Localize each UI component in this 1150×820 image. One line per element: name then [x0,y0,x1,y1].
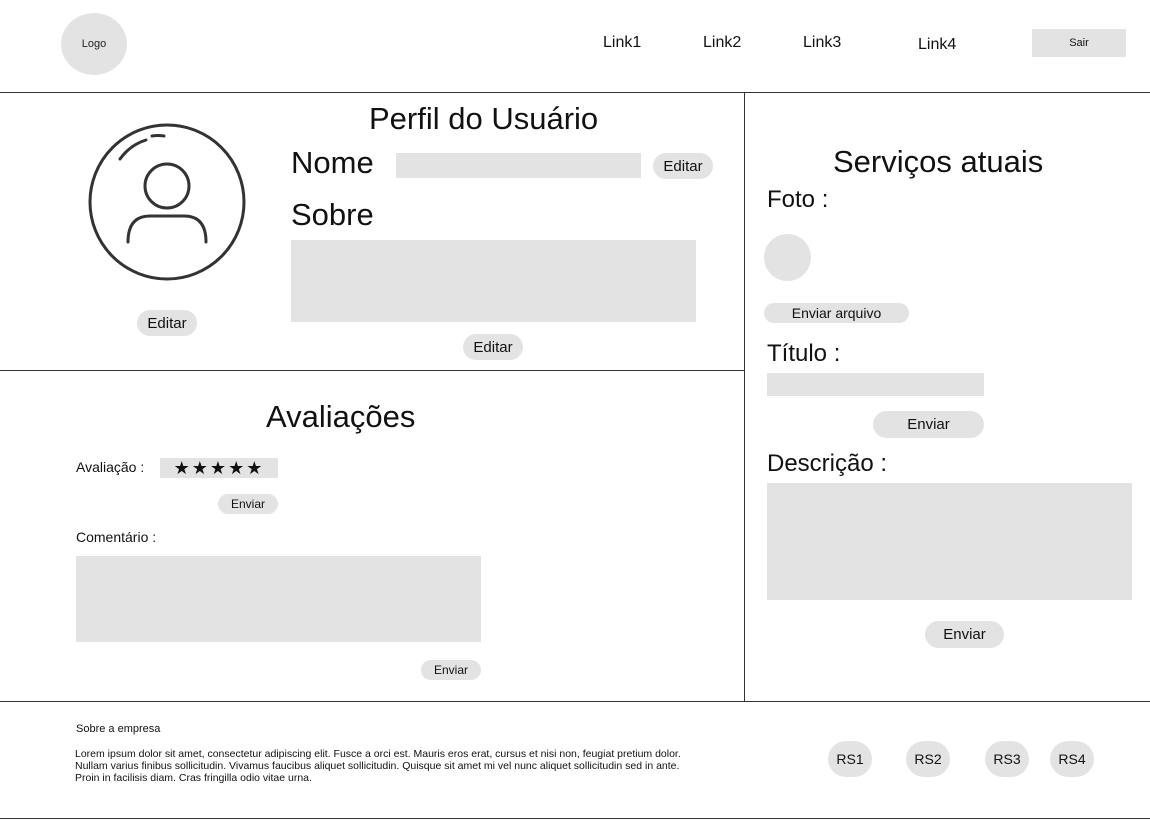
about-edit-button[interactable]: Editar [463,334,523,360]
profile-title: Perfil do Usuário [369,101,599,136]
nav-link-4[interactable]: Link4 [918,36,956,54]
rating-label: Avaliação : [76,459,145,475]
comment-submit-button[interactable]: Enviar [421,660,481,680]
column-divider [744,92,745,701]
rating-submit-button[interactable]: Enviar [218,494,278,514]
header-divider [0,92,1150,93]
reviews-title: Avaliações [266,399,416,434]
description-submit-button[interactable]: Enviar [925,621,1004,648]
footer-about-title: Sobre a empresa [76,723,161,735]
avatar-edit-button[interactable]: Editar [137,310,197,336]
nav-link-3[interactable]: Link3 [803,34,841,52]
rating-stars[interactable]: ★★★★★ [160,458,278,478]
logout-button[interactable]: Sair [1032,29,1126,57]
name-label: Nome [291,145,374,180]
name-edit-button[interactable]: Editar [653,153,713,179]
photo-label: Foto : [767,186,829,213]
social-link-4[interactable]: RS4 [1050,741,1094,777]
description-label: Descrição : [767,450,888,477]
description-field[interactable] [767,483,1132,600]
user-avatar-icon [88,123,246,281]
comment-field[interactable] [76,556,481,642]
nav-link-2[interactable]: Link2 [703,34,741,52]
about-label: Sobre [291,197,374,232]
name-field[interactable] [396,153,641,178]
bottom-divider [0,818,1150,819]
services-title: Serviços atuais [833,144,1044,179]
footer-about-text: Lorem ipsum dolor sit amet, consectetur … [75,748,681,784]
social-link-3[interactable]: RS3 [985,741,1029,777]
logo-text: Logo [81,38,107,50]
upload-file-button[interactable]: Enviar arquivo [764,303,909,323]
photo-preview [764,234,811,281]
comment-label: Comentário : [76,529,157,545]
social-link-1[interactable]: RS1 [828,741,872,777]
about-field[interactable] [291,240,696,322]
logo[interactable]: Logo [61,13,127,75]
profile-divider [0,370,744,371]
service-title-submit-button[interactable]: Enviar [873,411,984,438]
footer-divider [0,701,1150,702]
nav-link-1[interactable]: Link1 [603,34,641,52]
social-link-2[interactable]: RS2 [906,741,950,777]
service-title-field[interactable] [767,373,984,396]
service-title-label: Título : [767,340,841,367]
